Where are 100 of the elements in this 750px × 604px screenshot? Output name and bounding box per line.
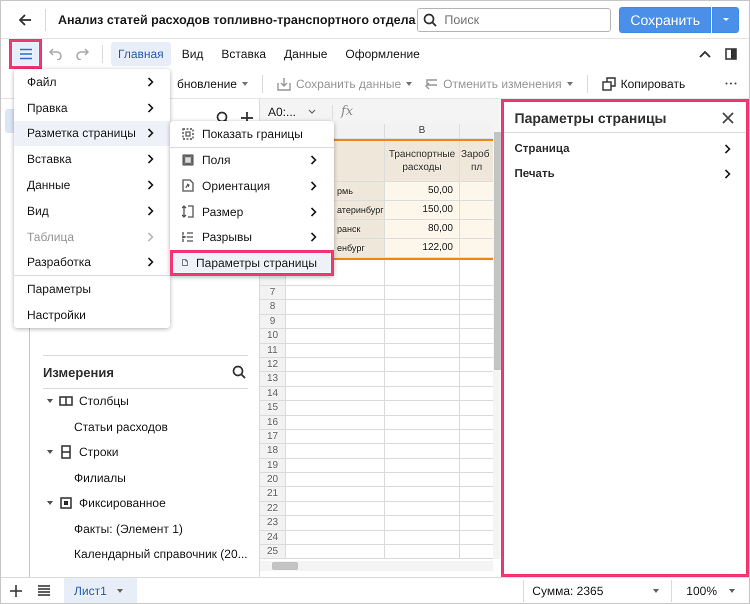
panel-section-item[interactable]: Печать (504, 161, 746, 186)
expanded-arrow-icon[interactable] (47, 449, 53, 456)
add-sheet-icon[interactable] (10, 584, 22, 596)
menu-item[interactable]: Показать границы (170, 121, 334, 147)
menu-item[interactable]: Файл (14, 69, 170, 95)
chevron-up-icon (699, 50, 711, 58)
row-number: 16 (260, 416, 286, 430)
redo-icon (75, 48, 89, 60)
caret-icon (116, 588, 123, 592)
menu-item[interactable]: Данные (14, 172, 170, 198)
save-dropdown-button[interactable] (712, 6, 739, 32)
ribbon-tab[interactable]: Вид (174, 42, 210, 66)
search-icon (423, 12, 438, 26)
orientation-icon (182, 179, 194, 192)
row-number: 12 (260, 358, 286, 372)
panel-title: Параметры страницы (514, 110, 667, 126)
table-cell: 80,00 (385, 220, 460, 239)
tree-item[interactable]: Статьи расходов (74, 414, 248, 440)
row-number: 21 (260, 487, 286, 502)
breaks-icon (182, 231, 194, 244)
sheet-list-icon[interactable] (38, 585, 50, 596)
return-arrow-icon (424, 78, 438, 90)
zoom-dropdown[interactable]: 100% (671, 580, 749, 602)
row-number: 8 (260, 300, 286, 315)
borders-icon (182, 128, 194, 140)
chevron-right-icon (724, 168, 731, 178)
menu-item[interactable]: Поля (170, 148, 334, 174)
rows-icon (61, 445, 71, 460)
caret-icon (729, 588, 735, 592)
columns-icon (59, 396, 73, 406)
expanded-arrow-icon[interactable] (47, 500, 53, 506)
menu-item[interactable]: Вид (14, 198, 170, 224)
row-number: 13 (260, 372, 286, 387)
menu-item[interactable]: Разметка страницы (14, 120, 170, 146)
row-number: 22 (260, 502, 286, 516)
undo-icon (49, 48, 63, 60)
table-cell (460, 239, 494, 258)
panel-section-item[interactable]: Страница (504, 136, 746, 161)
table-cell: 122,00 (385, 239, 460, 258)
column-header[interactable]: B (385, 124, 460, 139)
ribbon-tab[interactable]: Вставка (214, 42, 274, 66)
caret-icon (308, 109, 316, 114)
document-title: Анализ статей расходов топливно-транспортного отдела (58, 12, 416, 26)
margins-icon (182, 154, 194, 166)
horizontal-scrollbar[interactable] (260, 561, 492, 571)
table-cell: 50,00 (385, 182, 460, 201)
tree-item[interactable]: Календарный справочник (20... (74, 542, 248, 567)
vertical-scrollbar[interactable] (492, 124, 500, 559)
search-icon[interactable] (232, 365, 246, 379)
menu-item[interactable]: Параметры (14, 276, 170, 302)
row-number: 19 (260, 458, 286, 474)
expanded-arrow-icon[interactable] (47, 398, 53, 404)
row-number: 14 (260, 386, 286, 402)
download-icon (276, 76, 291, 90)
tree-item[interactable]: Столбцы (79, 394, 129, 408)
more-icon[interactable] (725, 82, 737, 85)
tree-item[interactable]: Фиксированное (79, 496, 166, 510)
sheet-tab[interactable]: Лист1 (64, 578, 137, 603)
row-number: 7 (260, 286, 286, 300)
row-number: 10 (260, 329, 286, 344)
menu-item[interactable]: Правка (14, 94, 170, 121)
row-number: 9 (260, 314, 286, 330)
sum-dropdown[interactable]: Сумма: 2365 (523, 580, 672, 602)
row-number: 11 (260, 344, 286, 358)
tree-item[interactable]: Филиалы (74, 465, 248, 490)
toolbar-button[interactable]: бновление (173, 76, 252, 90)
side-panel-icon (725, 48, 737, 60)
table-header-cell: Транспортные расходы (385, 141, 460, 182)
tree-item[interactable]: Факты: (Элемент 1) (74, 516, 248, 542)
tree-item[interactable]: Строки (79, 445, 118, 460)
table-cell (460, 201, 494, 220)
row-number: 25 (260, 545, 286, 560)
menu-icon (18, 48, 32, 60)
section-title: Измерения (43, 364, 114, 380)
size-icon (182, 205, 194, 218)
row-number: 23 (260, 516, 286, 531)
caret-icon (653, 588, 660, 592)
ribbon-tab[interactable]: Данные (277, 42, 334, 66)
copy-icon (602, 76, 616, 90)
ribbon-tab[interactable]: Главная (111, 42, 171, 66)
close-icon[interactable] (722, 112, 734, 124)
cell-name-box[interactable]: A0:... (268, 104, 333, 118)
formula-label: fx (341, 104, 354, 119)
fixed-icon (60, 497, 72, 510)
caret-icon (722, 17, 730, 22)
chevron-right-icon (724, 144, 731, 154)
toolbar-button[interactable]: Копировать (598, 76, 690, 90)
menu-item[interactable]: Параметры страницы (170, 250, 334, 276)
menu-item[interactable]: Вставка (14, 146, 170, 172)
table-cell (460, 182, 494, 201)
search-field[interactable]: Поиск (417, 8, 612, 32)
back-arrow-icon (18, 12, 32, 26)
row-number: 20 (260, 473, 286, 488)
menu-item[interactable]: Настройки (14, 302, 170, 328)
menu-item[interactable]: Разработка (14, 250, 170, 276)
row-number: 24 (260, 530, 286, 546)
menu-button[interactable] (9, 39, 42, 69)
row-number: 15 (260, 401, 286, 416)
ribbon-tab[interactable]: Оформление (338, 42, 427, 66)
table-cell (460, 220, 494, 239)
